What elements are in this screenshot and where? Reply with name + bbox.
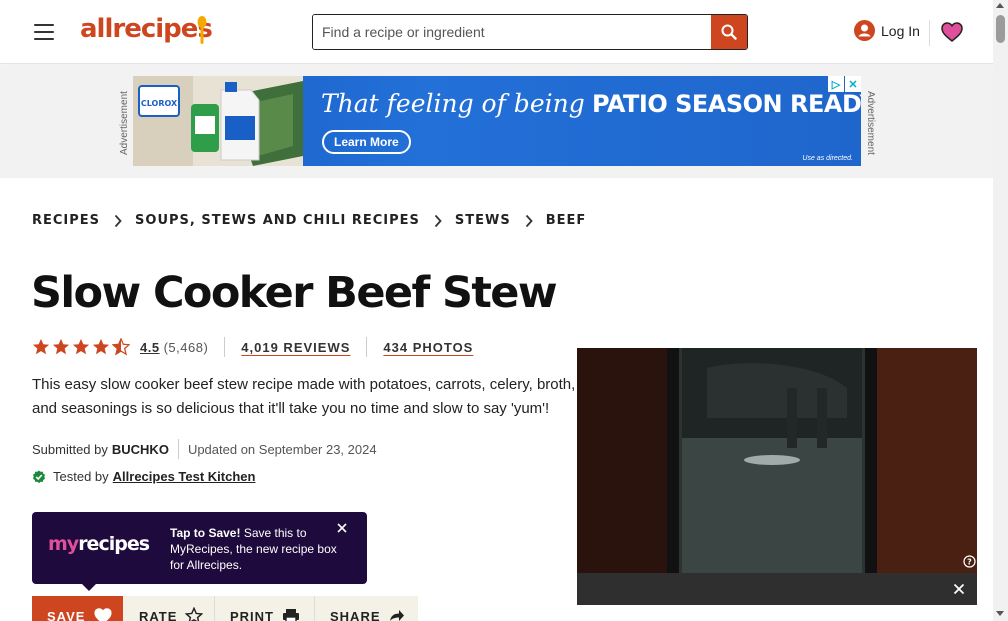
recipe-title: Slow Cooker Beef Stew (31, 268, 558, 318)
breadcrumb-soups[interactable]: SOUPS, STEWS AND CHILI RECIPES (135, 213, 420, 228)
close-video-icon[interactable] (953, 583, 965, 595)
site-header: allrecipes Log In (0, 0, 993, 64)
recipe-action-bar: SAVE RATE PRINT SHARE (32, 596, 418, 621)
share-button[interactable]: SHARE (315, 596, 405, 621)
tested-prefix: Tested by (53, 469, 109, 484)
heart-icon (94, 608, 113, 621)
video-control-bar (577, 573, 977, 605)
myrecipes-text: Tap to Save! Save this to MyRecipes, the… (170, 525, 340, 573)
ad-tagline-bold: PATIO SEASON READY (591, 90, 861, 118)
ad-choices[interactable]: ▷ ✕ (827, 76, 861, 92)
myrecipes-logo-recipes: recipes (78, 533, 150, 555)
chevron-right-icon (525, 214, 533, 227)
breadcrumb-recipes[interactable]: RECIPES (32, 213, 100, 228)
menu-icon[interactable] (34, 24, 54, 40)
print-button[interactable]: PRINT (215, 596, 315, 621)
search-icon (721, 24, 737, 40)
rating-count: (5,468) (163, 339, 209, 355)
ad-label-left: Advertisement (119, 91, 130, 155)
ad-product-image: CLOROX (133, 76, 303, 166)
tooltip-arrow (80, 582, 98, 591)
myrecipes-logo: myrecipes (48, 533, 150, 555)
ad-region: Advertisement CLOROX That feeling of bei… (0, 65, 993, 178)
ad-learn-more-button[interactable]: Learn More (322, 130, 411, 154)
save-label: SAVE (47, 608, 86, 621)
submitted-divider (177, 439, 179, 459)
header-divider (929, 20, 930, 46)
scroll-down-arrow[interactable] (996, 611, 1004, 616)
chevron-right-icon (434, 214, 442, 227)
ad-close-icon[interactable]: ✕ (845, 76, 861, 92)
ad-label-right: Advertisement (865, 91, 876, 155)
page: allrecipes Log In (0, 0, 1008, 621)
updated-date: Updated on September 23, 2024 (187, 441, 377, 457)
close-icon[interactable] (335, 521, 349, 535)
login-label: Log In (881, 22, 920, 39)
rate-button[interactable]: RATE (123, 596, 215, 621)
printer-icon (283, 609, 299, 621)
spoon-icon (197, 16, 207, 44)
myrecipes-logo-my: my (48, 533, 79, 555)
reviews-link[interactable]: 4,019 REVIEWS (241, 340, 350, 355)
ad-fine-print: Use as directed. (802, 155, 853, 162)
search-bar (312, 14, 748, 50)
verified-check-icon (33, 470, 45, 483)
video-player[interactable]: ? (577, 348, 977, 605)
rating-row: 4.5 (5,468) 4,019 REVIEWS 434 PHOTOS (32, 337, 473, 357)
submitted-prefix: Submitted by (32, 441, 108, 457)
site-logo[interactable]: allrecipes (80, 14, 213, 44)
star-half-icon (112, 338, 130, 356)
chevron-right-icon (114, 214, 122, 227)
ad-tagline-light: That feeling of being (321, 89, 585, 118)
saved-recipes-heart-icon[interactable] (940, 20, 964, 44)
rating-divider (366, 337, 368, 357)
svg-text:?: ? (967, 558, 972, 567)
page-scrollbar[interactable] (993, 0, 1008, 621)
share-arrow-icon (389, 610, 404, 621)
star-outline-icon (185, 607, 204, 621)
ad-tagline: That feeling of being PATIO SEASON READY (321, 88, 861, 119)
star-rating[interactable] (32, 338, 132, 356)
breadcrumb-beef[interactable]: BEEF (546, 213, 587, 228)
user-icon (854, 20, 875, 41)
star-full-icon (52, 338, 70, 355)
submitted-by: Submitted by BUCHKO Updated on September… (32, 439, 377, 459)
photos-link[interactable]: 434 PHOTOS (383, 340, 473, 355)
save-button[interactable]: SAVE (32, 596, 123, 621)
login-button[interactable]: Log In (854, 20, 920, 41)
scroll-thumb[interactable] (996, 15, 1005, 43)
star-full-icon (32, 338, 50, 355)
myrecipes-tooltip: myrecipes Tap to Save! Save this to MyRe… (32, 512, 367, 591)
video-frame (577, 348, 977, 573)
star-full-icon (92, 338, 110, 355)
ad-brand-text: CLOROX (141, 99, 178, 108)
search-button[interactable] (711, 15, 747, 49)
tested-by: Tested by Allrecipes Test Kitchen (32, 469, 255, 484)
search-input[interactable] (313, 15, 713, 49)
print-label: PRINT (230, 608, 274, 621)
scroll-up-arrow[interactable] (996, 3, 1004, 8)
rating-divider (224, 337, 226, 357)
recipe-description: This easy slow cooker beef stew recipe m… (32, 376, 576, 417)
breadcrumb-stews[interactable]: STEWS (455, 213, 511, 228)
star-full-icon (72, 338, 90, 355)
author-link[interactable]: BUCHKO (112, 442, 169, 457)
test-kitchen-link[interactable]: Allrecipes Test Kitchen (113, 469, 256, 484)
myrecipes-headline: Tap to Save! (170, 526, 241, 540)
ad-choices-icon[interactable]: ▷ (828, 76, 844, 92)
rating-value[interactable]: 4.5 (140, 340, 160, 355)
share-label: SHARE (330, 608, 381, 621)
rate-label: RATE (139, 608, 178, 621)
breadcrumb: RECIPES SOUPS, STEWS AND CHILI RECIPES S… (32, 213, 586, 228)
ad-banner[interactable]: CLOROX That feeling of being PATIO SEASO… (133, 76, 861, 166)
help-icon[interactable]: ? (963, 555, 976, 568)
